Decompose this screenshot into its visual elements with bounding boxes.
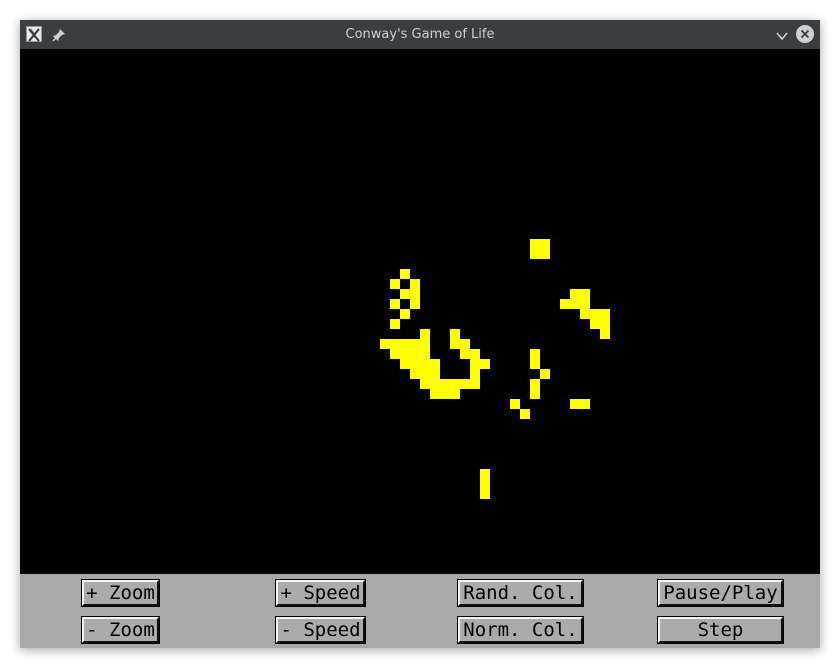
live-cell[interactable]: [580, 309, 590, 319]
live-cell[interactable]: [540, 249, 550, 259]
live-cell[interactable]: [480, 489, 490, 499]
speed-down-button[interactable]: - Speed: [275, 616, 366, 644]
live-cell[interactable]: [430, 389, 440, 399]
random-color-button[interactable]: Rand. Col.: [457, 579, 584, 607]
live-cell[interactable]: [470, 379, 480, 389]
live-cell[interactable]: [580, 299, 590, 309]
live-cell[interactable]: [390, 299, 400, 309]
live-cell[interactable]: [600, 309, 610, 319]
live-cell[interactable]: [530, 359, 540, 369]
control-panel: + Zoom - Zoom + Speed - Speed Rand. Col.…: [20, 574, 820, 648]
life-grid-canvas[interactable]: [20, 49, 820, 574]
live-cell[interactable]: [430, 369, 440, 379]
live-cell[interactable]: [590, 309, 600, 319]
live-cell[interactable]: [470, 369, 480, 379]
normal-color-button[interactable]: Norm. Col.: [457, 616, 584, 644]
live-cell[interactable]: [420, 359, 430, 369]
live-cell[interactable]: [390, 279, 400, 289]
step-button[interactable]: Step: [657, 616, 784, 644]
close-icon[interactable]: [796, 25, 814, 43]
live-cell[interactable]: [400, 289, 410, 299]
live-cell[interactable]: [570, 299, 580, 309]
live-cell[interactable]: [470, 359, 480, 369]
speed-up-button[interactable]: + Speed: [275, 579, 366, 607]
live-cell[interactable]: [400, 309, 410, 319]
live-cell[interactable]: [410, 279, 420, 289]
live-cell[interactable]: [430, 379, 440, 389]
live-cell[interactable]: [530, 389, 540, 399]
live-cell[interactable]: [380, 339, 390, 349]
live-cell[interactable]: [580, 399, 590, 409]
live-cell[interactable]: [440, 389, 450, 399]
live-cell[interactable]: [580, 289, 590, 299]
live-cell[interactable]: [430, 359, 440, 369]
live-cell[interactable]: [510, 399, 520, 409]
live-cell[interactable]: [440, 379, 450, 389]
live-cell[interactable]: [570, 289, 580, 299]
live-cell[interactable]: [460, 379, 470, 389]
live-cell[interactable]: [400, 269, 410, 279]
live-cell[interactable]: [590, 319, 600, 329]
pause-play-button[interactable]: Pause/Play: [657, 579, 784, 607]
live-cell[interactable]: [410, 359, 420, 369]
live-cell[interactable]: [420, 349, 430, 359]
live-cell[interactable]: [400, 359, 410, 369]
live-cell[interactable]: [400, 349, 410, 359]
live-cell[interactable]: [410, 369, 420, 379]
live-cell[interactable]: [560, 299, 570, 309]
live-cell[interactable]: [410, 339, 420, 349]
window-title: Conway's Game of Life: [345, 27, 495, 42]
live-cell[interactable]: [540, 369, 550, 379]
live-cell[interactable]: [410, 349, 420, 359]
live-cell[interactable]: [470, 349, 480, 359]
live-cell[interactable]: [530, 249, 540, 259]
live-cell[interactable]: [570, 399, 580, 409]
live-cell[interactable]: [420, 339, 430, 349]
live-cell[interactable]: [420, 369, 430, 379]
zoom-in-button[interactable]: + Zoom: [81, 579, 160, 607]
live-cell[interactable]: [530, 239, 540, 249]
chevron-down-icon[interactable]: [775, 28, 789, 42]
live-cell[interactable]: [460, 339, 470, 349]
live-cell[interactable]: [480, 479, 490, 489]
live-cell[interactable]: [390, 319, 400, 329]
live-cell[interactable]: [420, 379, 430, 389]
live-cell[interactable]: [390, 349, 400, 359]
live-cell[interactable]: [520, 409, 530, 419]
live-cell[interactable]: [460, 349, 470, 359]
live-cell[interactable]: [600, 319, 610, 329]
live-cell[interactable]: [390, 339, 400, 349]
live-cell[interactable]: [530, 379, 540, 389]
live-cell[interactable]: [450, 389, 460, 399]
live-cell[interactable]: [600, 329, 610, 339]
zoom-out-button[interactable]: - Zoom: [81, 616, 160, 644]
live-cell[interactable]: [410, 289, 420, 299]
live-cell[interactable]: [450, 329, 460, 339]
live-cell[interactable]: [450, 379, 460, 389]
live-cell[interactable]: [450, 339, 460, 349]
live-cell[interactable]: [480, 469, 490, 479]
live-cell[interactable]: [410, 299, 420, 309]
app-window: Conway's Game of Life + Zoom - Zoom + Sp…: [20, 20, 820, 648]
live-cell[interactable]: [480, 359, 490, 369]
live-cell[interactable]: [420, 329, 430, 339]
live-cell[interactable]: [540, 239, 550, 249]
cell-grid: [380, 239, 610, 499]
title-bar[interactable]: Conway's Game of Life: [20, 20, 820, 49]
live-cell[interactable]: [400, 339, 410, 349]
live-cell[interactable]: [530, 349, 540, 359]
